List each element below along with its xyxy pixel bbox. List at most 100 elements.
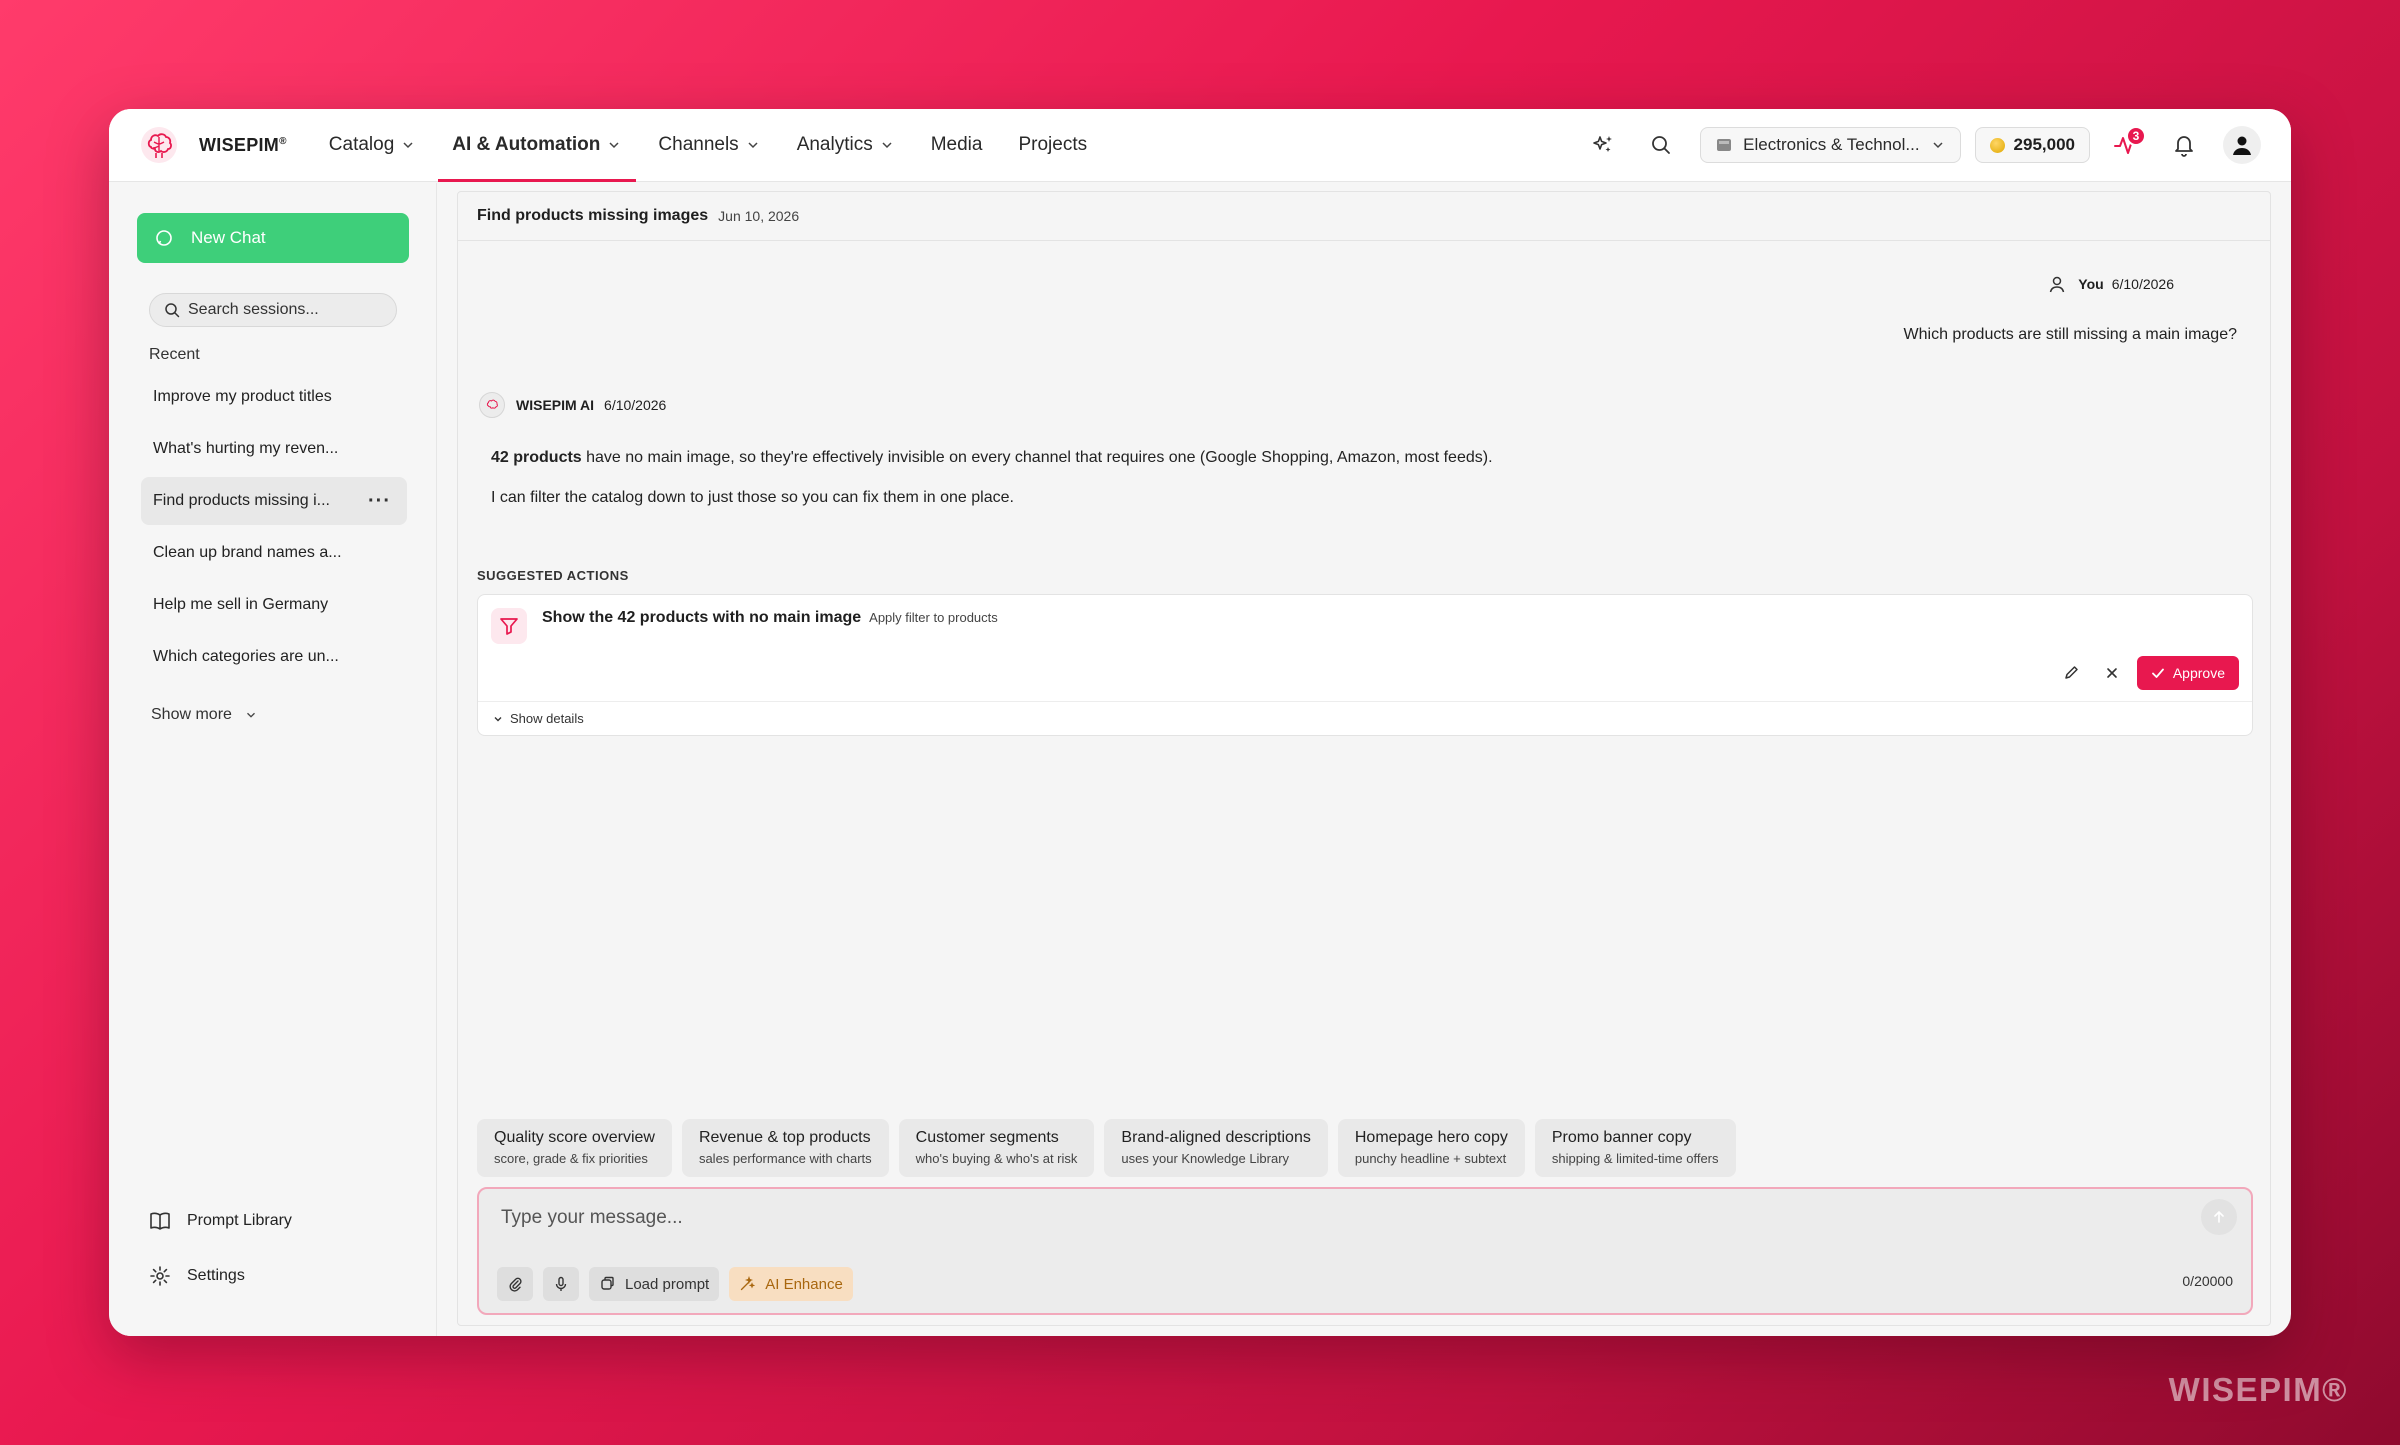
prompt-suggestions: Quality score overview score, grade & fix… <box>477 1119 1746 1177</box>
nav-channels[interactable]: Channels <box>644 109 774 182</box>
settings-link[interactable]: Settings <box>149 1261 292 1291</box>
chevron-down-icon <box>882 142 892 149</box>
microphone-icon <box>555 1276 567 1291</box>
chevron-down-icon <box>609 142 619 149</box>
credits-balance[interactable]: 295,000 <box>1974 127 2090 163</box>
chat-bubble-icon <box>156 230 172 246</box>
brain-logo-icon <box>141 127 177 163</box>
recent-label: Recent <box>149 346 200 363</box>
arrow-up-icon <box>2214 1210 2224 1223</box>
prompt-library-link[interactable]: Prompt Library <box>149 1206 292 1236</box>
show-more-button[interactable]: Show more <box>151 706 258 724</box>
chevron-down-icon <box>494 716 502 721</box>
filter-icon <box>491 608 527 644</box>
book-icon <box>150 1212 170 1230</box>
dismiss-action-button[interactable] <box>2096 657 2128 689</box>
chat-panel: Find products missing images Jun 10, 202… <box>457 191 2271 1326</box>
session-item[interactable]: What's hurting my reven... <box>141 425 407 473</box>
load-prompt-button[interactable]: Load prompt <box>589 1267 720 1301</box>
activity-button[interactable]: 3 <box>2106 125 2146 165</box>
check-icon <box>2151 668 2164 678</box>
app-window: WISEPIM® Catalog AI & Automation Channel… <box>109 109 2291 1336</box>
chat-sidebar: New Chat Search sessions... Recent Impro… <box>109 183 437 1336</box>
edit-action-button[interactable] <box>2055 657 2087 689</box>
composer-tools: Load prompt AI Enhance <box>497 1267 863 1301</box>
bell-icon <box>2175 136 2193 157</box>
activity-badge: 3 <box>2126 126 2146 146</box>
chat-date: Jun 10, 2026 <box>718 208 800 224</box>
brand-name: WISEPIM® <box>199 134 287 155</box>
show-details-toggle[interactable]: Show details <box>478 701 2252 735</box>
suggestion-chip[interactable]: Revenue & top products sales performance … <box>681 1119 889 1177</box>
user-icon <box>2050 276 2065 293</box>
sparkle-icon <box>1593 136 1613 152</box>
chevron-down-icon <box>748 142 758 149</box>
suggestion-chip[interactable]: Customer segments who's buying & who's at… <box>898 1119 1095 1177</box>
prompt-icon <box>601 1276 614 1290</box>
user-message: Which products are still missing a main … <box>1903 326 2237 343</box>
nav-catalog[interactable]: Catalog <box>315 109 431 182</box>
close-icon <box>2107 668 2117 678</box>
gear-icon <box>150 1266 170 1286</box>
store-icon <box>1717 139 1732 151</box>
new-chat-button[interactable]: New Chat <box>137 213 409 263</box>
user-message-meta: You 6/10/2026 <box>2048 275 2174 293</box>
user-icon <box>2233 136 2251 155</box>
search-icon <box>165 303 180 318</box>
ai-message-meta: WISEPIM AI 6/10/2026 <box>479 392 666 418</box>
voice-button[interactable] <box>543 1267 579 1301</box>
user-avatar[interactable] <box>2223 126 2261 164</box>
store-selector[interactable]: Electronics & Technol... <box>1700 127 1961 163</box>
search-icon <box>1652 136 1671 154</box>
chevron-down-icon <box>1933 142 1943 149</box>
ai-sparkle-button[interactable] <box>1583 125 1623 165</box>
session-item-active[interactable]: Find products missing i... ··· <box>141 477 407 525</box>
chat-title: Find products missing images <box>477 207 709 224</box>
watermark: WISEPIM® <box>2168 1371 2348 1408</box>
ai-message: 42 products have no main image, so they'… <box>491 449 1493 506</box>
session-item[interactable]: Which categories are un... <box>141 633 407 681</box>
brand[interactable]: WISEPIM® <box>139 125 287 165</box>
ai-enhance-button[interactable]: AI Enhance <box>729 1267 853 1301</box>
main-nav: Catalog AI & Automation Channels Analyti… <box>315 109 1109 182</box>
more-options-icon[interactable]: ··· <box>368 490 391 513</box>
action-title: Show the 42 products with no main image A… <box>542 609 998 626</box>
nav-ai-automation[interactable]: AI & Automation <box>438 109 637 182</box>
suggested-actions-label: SUGGESTED ACTIONS <box>477 568 629 583</box>
character-counter: 0/20000 <box>2182 1273 2233 1289</box>
nav-analytics[interactable]: Analytics <box>783 109 909 182</box>
suggestion-chip[interactable]: Promo banner copy shipping & limited-time… <box>1534 1119 1736 1177</box>
session-item[interactable]: Improve my product titles <box>141 373 407 421</box>
chat-header: Find products missing images Jun 10, 202… <box>458 192 2270 241</box>
message-composer: Type your message... Load prompt AI Enha… <box>477 1187 2253 1315</box>
magic-wand-icon <box>741 1276 756 1291</box>
paperclip-icon <box>509 1277 522 1292</box>
brain-logo-icon <box>486 399 498 409</box>
sidebar-footer: Prompt Library Settings <box>149 1181 292 1291</box>
pencil-icon <box>2065 666 2078 679</box>
attach-button[interactable] <box>497 1267 533 1301</box>
ai-highlight: 42 products <box>491 449 582 466</box>
suggestion-chip[interactable]: Brand-aligned descriptions uses your Know… <box>1104 1119 1328 1177</box>
action-buttons: Approve <box>2055 656 2239 690</box>
chevron-down-icon <box>246 712 255 718</box>
nav-projects[interactable]: Projects <box>1004 109 1101 182</box>
top-navbar: WISEPIM® Catalog AI & Automation Channel… <box>109 109 2291 182</box>
coin-icon <box>1989 137 2005 153</box>
session-item[interactable]: Help me sell in Germany <box>141 581 407 629</box>
chevron-down-icon <box>403 142 413 149</box>
search-sessions-input[interactable]: Search sessions... <box>149 293 397 327</box>
session-list: Improve my product titles What's hurting… <box>141 373 407 685</box>
send-button[interactable] <box>2201 1199 2237 1235</box>
search-button[interactable] <box>1641 125 1681 165</box>
suggestion-chip[interactable]: Homepage hero copy punchy headline + subt… <box>1337 1119 1525 1177</box>
message-input[interactable]: Type your message... <box>501 1207 683 1229</box>
session-item[interactable]: Clean up brand names a... <box>141 529 407 577</box>
suggestion-chip[interactable]: Quality score overview score, grade & fix… <box>477 1119 672 1177</box>
suggested-action-card: Show the 42 products with no main image A… <box>477 594 2253 736</box>
notifications-button[interactable] <box>2164 125 2204 165</box>
topbar-actions: Electronics & Technol... 295,000 3 <box>1574 125 2261 165</box>
ai-avatar <box>479 392 505 418</box>
approve-button[interactable]: Approve <box>2136 656 2239 690</box>
nav-media[interactable]: Media <box>917 109 997 182</box>
